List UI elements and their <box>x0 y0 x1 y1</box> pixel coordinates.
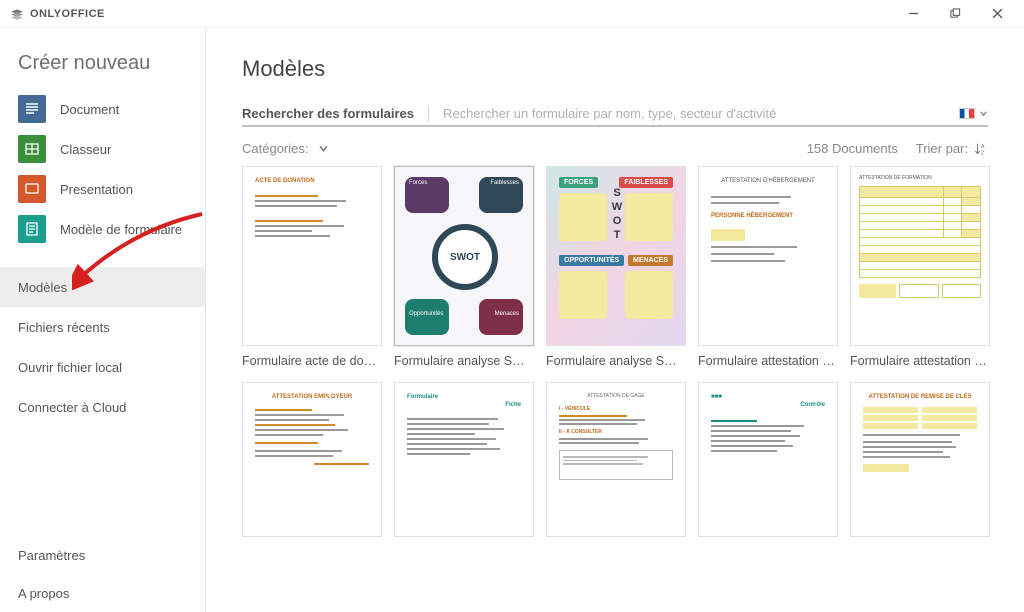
templates-grid: ACTE DE DONATION Formulaire acte de dona… <box>242 166 988 368</box>
minimize-button[interactable] <box>892 1 934 27</box>
close-button[interactable] <box>976 1 1018 27</box>
maximize-icon <box>950 8 961 19</box>
app-logo-icon <box>10 8 24 20</box>
flag-fr-icon <box>959 108 975 119</box>
sidebar-item-presentation[interactable]: Presentation <box>0 169 205 209</box>
categories-dropdown[interactable]: Catégories: <box>242 141 329 156</box>
template-card[interactable]: ATTESTATION D'HÉBERGEMENT PERSONNE HÉBER… <box>698 166 838 368</box>
svg-text:Z: Z <box>981 150 985 156</box>
template-thumbnail: FORCES FAIBLESSES OPPORTUNITÉS MENACES S… <box>546 166 686 346</box>
window-controls <box>892 1 1018 27</box>
template-thumbnail: ATTESTATION EMPLOYEUR <box>242 382 382 537</box>
templates-grid-row2: ATTESTATION EMPLOYEUR <box>242 382 988 537</box>
sidebar-item-label: Fichiers récents <box>18 320 110 335</box>
sidebar-item-document[interactable]: Document <box>0 89 205 129</box>
template-card[interactable]: ACTE DE DONATION Formulaire acte de dona… <box>242 166 382 368</box>
template-thumbnail: ATTESTATION D'HÉBERGEMENT PERSONNE HÉBER… <box>698 166 838 346</box>
template-caption: Formulaire analyse SWOT 2 <box>546 354 686 368</box>
sidebar-item-settings[interactable]: Paramètres <box>0 536 205 574</box>
template-thumbnail: Formulaire Fiche <box>394 382 534 537</box>
sidebar: Créer nouveau Document Classeur Presenta… <box>0 28 205 612</box>
search-input[interactable] <box>443 104 863 123</box>
close-icon <box>992 8 1003 19</box>
template-card[interactable]: ATTESTATION DE GAGE I - VÉHICULE II - À … <box>546 382 686 537</box>
search-separator <box>428 106 429 122</box>
language-picker[interactable] <box>959 108 988 119</box>
templates-toolbar: Catégories: 158 Documents Trier par: A Z <box>242 141 988 156</box>
sort-label: Trier par: <box>916 141 968 156</box>
template-caption: Formulaire analyse SWOT 1 <box>394 354 534 368</box>
template-thumbnail: ACTE DE DONATION <box>242 166 382 346</box>
template-card[interactable]: ■■■ Contrôle <box>698 382 838 537</box>
template-caption: Formulaire attestation d'hé… <box>698 354 838 368</box>
sidebar-item-templates[interactable]: Modèles <box>0 267 205 307</box>
sidebar-item-label: Ouvrir fichier local <box>18 360 122 375</box>
template-thumbnail: ■■■ Contrôle <box>698 382 838 537</box>
search-bar: Rechercher des formulaires <box>242 104 988 127</box>
create-heading: Créer nouveau <box>0 46 205 89</box>
sidebar-item-about[interactable]: A propos <box>0 574 205 612</box>
sidebar-item-label: Paramètres <box>18 548 85 563</box>
document-icon <box>18 95 46 123</box>
template-caption: Formulaire attestation de f… <box>850 354 990 368</box>
template-thumbnail: ATTESTATION DE REMISE DE CLÉS <box>850 382 990 537</box>
maximize-button[interactable] <box>934 1 976 27</box>
sidebar-item-label: Classeur <box>60 142 111 157</box>
form-template-icon <box>18 215 46 243</box>
sidebar-item-label: Modèle de formulaire <box>60 222 182 237</box>
template-card[interactable]: ATTESTATION DE FORMATION <box>850 166 990 368</box>
search-label: Rechercher des formulaires <box>242 106 414 121</box>
sort-control[interactable]: Trier par: A Z <box>916 141 988 156</box>
template-card[interactable]: SWOT Forces Faiblesses Opportunités Mena… <box>394 166 534 368</box>
titlebar: ONLYOFFICE <box>0 0 1024 28</box>
template-card[interactable]: FORCES FAIBLESSES OPPORTUNITÉS MENACES S… <box>546 166 686 368</box>
sidebar-item-label: Modèles <box>18 280 67 295</box>
template-card[interactable]: Formulaire Fiche <box>394 382 534 537</box>
svg-text:A: A <box>981 144 985 150</box>
documents-count: 158 Documents <box>807 141 898 156</box>
page-title: Modèles <box>242 56 988 82</box>
template-card[interactable]: ATTESTATION EMPLOYEUR <box>242 382 382 537</box>
main-panel: Modèles Rechercher des formulaires Catég… <box>206 28 1024 612</box>
sidebar-item-recent-files[interactable]: Fichiers récents <box>0 307 205 347</box>
sidebar-item-label: A propos <box>18 586 69 601</box>
template-card[interactable]: ATTESTATION DE REMISE DE CLÉS <box>850 382 990 537</box>
sidebar-item-connect-cloud[interactable]: Connecter à Cloud <box>0 387 205 427</box>
chevron-down-icon <box>979 109 988 118</box>
sidebar-item-open-local[interactable]: Ouvrir fichier local <box>0 347 205 387</box>
template-thumbnail: SWOT Forces Faiblesses Opportunités Mena… <box>394 166 534 346</box>
chevron-down-icon <box>318 143 329 154</box>
app-name: ONLYOFFICE <box>30 8 105 20</box>
sidebar-item-spreadsheet[interactable]: Classeur <box>0 129 205 169</box>
sidebar-item-label: Connecter à Cloud <box>18 400 126 415</box>
minimize-icon <box>908 8 919 19</box>
sidebar-item-label: Presentation <box>60 182 133 197</box>
template-thumbnail: ATTESTATION DE FORMATION <box>850 166 990 346</box>
sidebar-item-label: Document <box>60 102 119 117</box>
template-caption: Formulaire acte de donation <box>242 354 382 368</box>
categories-label: Catégories: <box>242 141 308 156</box>
presentation-icon <box>18 175 46 203</box>
app-brand: ONLYOFFICE <box>10 8 105 20</box>
template-thumbnail: ATTESTATION DE GAGE I - VÉHICULE II - À … <box>546 382 686 537</box>
spreadsheet-icon <box>18 135 46 163</box>
sidebar-item-form-template[interactable]: Modèle de formulaire <box>0 209 205 249</box>
sort-az-icon: A Z <box>974 142 988 156</box>
